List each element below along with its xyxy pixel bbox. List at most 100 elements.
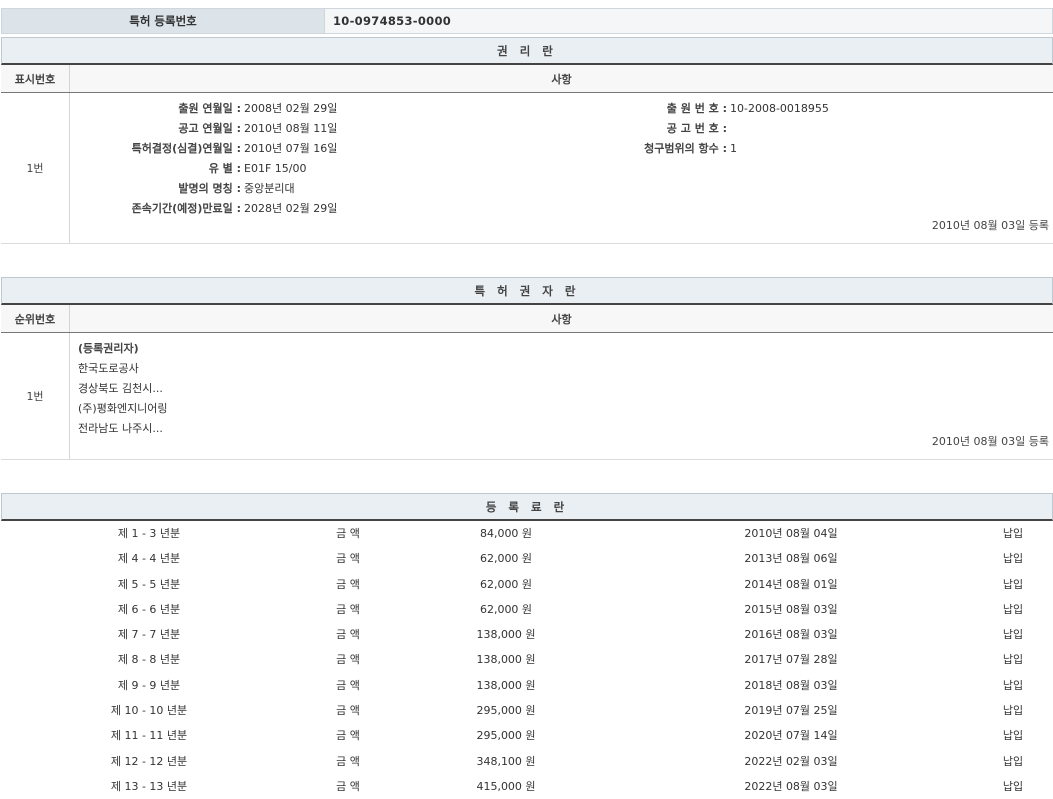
owner-name: 한국도로공사 [78,359,168,379]
field-label: 출원 연월일 : [69,99,241,119]
owner-heading: (등록권리자) [78,339,168,359]
fee-amount-label: 금 액 [336,647,360,672]
fee-amount-label: 금 액 [336,749,360,774]
fee-row: 제 4 - 4 년분 금 액 62,000 원 2013년 08월 06일 납입 [1,546,1053,571]
fee-row: 제 8 - 8 년분 금 액 138,000 원 2017년 07월 28일 납입 [1,647,1053,672]
field-label: 발명의 명칭 : [69,179,241,199]
field-label: 특허결정(심결)연월일 : [69,139,241,159]
field-label: 유 별 : [69,159,241,179]
rights-body: 1번 출원 연월일 : 공고 연월일 : 특허결정(심결)연월일 : 유 별 :… [1,93,1053,244]
rights-entry-number: 1번 [1,93,70,243]
fee-status: 납입 [1003,622,1023,647]
fee-row: 제 1 - 3 년분금 액84,000 원2010년 08월 04일납입 [1,521,1053,546]
fee-status: 납입 [1003,647,1023,672]
fee-amount-label: 금 액 [336,521,360,546]
fee-paid-date: 2016년 08월 03일 [744,622,837,647]
fee-period: 제 11 - 11 년분 [111,723,187,748]
owner-address: 경상북도 김천시... [78,379,168,399]
field-value [730,119,829,139]
field-value: 중앙분리대 [244,179,337,199]
fee-paid-date: 2013년 08월 06일 [744,546,837,571]
fee-status: 납입 [1003,698,1023,723]
fee-paid-date: 2017년 07월 28일 [744,647,837,672]
registration-row: 특허 등록번호 10-0974853-0000 [1,8,1053,34]
field-value: 2010년 08월 11일 [244,119,337,139]
fee-period: 제 4 - 4 년분 [118,546,180,571]
fee-amount: 62,000 원 [480,546,532,571]
fee-paid-date: 2018년 08월 03일 [744,673,837,698]
fee-row: 제 13 - 13 년분금 액415,000 원2022년 08월 03일납입 [1,774,1053,799]
owners-section-title: 특 허 권 자 란 [1,277,1053,305]
fees-table: 제 1 - 3 년분금 액84,000 원2010년 08월 04일납입제 4 … [1,521,1053,799]
rights-right-labels: 출 원 번 호 : 공 고 번 호 : 청구범위의 항수 : [541,99,727,159]
field-label: 존속기간(예정)만료일 : [69,199,241,219]
fee-row: 제 9 - 9 년분금 액138,000 원2018년 08월 03일납입 [1,673,1053,698]
fee-amount: 348,100 원 [476,749,535,774]
fee-amount-label: 금 액 [336,597,360,622]
fee-period: 제 8 - 8 년분 [118,647,180,672]
owners-col-rank: 순위번호 [1,305,70,332]
field-value: 2008년 02월 29일 [244,99,337,119]
fee-status: 납입 [1003,774,1023,799]
fee-period: 제 10 - 10 년분 [111,698,187,723]
fee-amount-label: 금 액 [336,622,360,647]
fee-paid-date: 2014년 08월 01일 [744,572,837,597]
fees-section-title: 등 록 료 란 [1,493,1053,521]
fee-amount: 415,000 원 [476,774,535,799]
field-value: E01F 15/00 [244,159,337,179]
fee-amount: 84,000 원 [480,521,532,546]
rights-section-title: 권 리 란 [1,37,1053,65]
fee-amount-label: 금 액 [336,774,360,799]
fee-status: 납입 [1003,673,1023,698]
fee-amount: 138,000 원 [476,622,535,647]
fee-amount: 138,000 원 [476,647,535,672]
rights-registered-date: 2010년 08월 03일 등록 [932,217,1049,233]
owner-name: (주)평화엔지니어링 [78,399,168,419]
field-value: 1 [730,139,829,159]
fee-status: 납입 [1003,572,1023,597]
field-label: 청구범위의 항수 : [541,139,727,159]
fee-row: 제 11 - 11 년분금 액295,000 원2020년 07월 14일납입 [1,723,1053,748]
field-value: 2028년 02월 29일 [244,199,337,219]
owners-registered-date: 2010년 08월 03일 등록 [932,433,1049,449]
fee-status: 납입 [1003,546,1023,571]
fee-paid-date: 2022년 02월 03일 [744,749,837,774]
rights-left-labels: 출원 연월일 : 공고 연월일 : 특허결정(심결)연월일 : 유 별 : 발명… [69,99,241,219]
fee-amount: 295,000 원 [476,723,535,748]
field-label: 공 고 번 호 : [541,119,727,139]
rights-col-number: 표시번호 [1,65,70,92]
fee-period: 제 12 - 12 년분 [111,749,187,774]
owner-list: (등록권리자) 한국도로공사 경상북도 김천시... (주)평화엔지니어링 전라… [78,339,168,439]
rights-left-values: 2008년 02월 29일 2010년 08월 11일 2010년 07월 16… [244,99,337,219]
owners-header-row: 순위번호 사항 [1,305,1053,333]
field-label: 공고 연월일 : [69,119,241,139]
fee-amount-label: 금 액 [336,673,360,698]
fee-status: 납입 [1003,723,1023,748]
fee-amount-label: 금 액 [336,698,360,723]
fee-row: 제 12 - 12 년분금 액348,100 원2022년 02월 03일납입 [1,749,1053,774]
rights-right-values: 10-2008-0018955 1 [730,99,829,159]
fee-amount-label: 금 액 [336,546,360,571]
fee-paid-date: 2022년 08월 03일 [744,774,837,799]
fee-amount: 295,000 원 [476,698,535,723]
owners-entry-number: 1번 [1,333,70,459]
fee-row: 제 10 - 10 년분 금 액 295,000 원 2019년 07월 25일 납입 [1,698,1053,723]
fee-paid-date: 2020년 07월 14일 [744,723,837,748]
owners-body: 1번 (등록권리자) 한국도로공사 경상북도 김천시... (주)평화엔지니어링… [1,333,1053,460]
owner-address: 전라남도 나주시... [78,419,168,439]
fee-period: 제 9 - 9 년분 [118,673,180,698]
fee-amount: 62,000 원 [480,572,532,597]
fee-paid-date: 2019년 07월 25일 [744,698,837,723]
fee-paid-date: 2015년 08월 03일 [744,597,837,622]
fee-amount: 62,000 원 [480,597,532,622]
fee-amount-label: 금 액 [336,572,360,597]
fee-row: 제 5 - 5 년분 금 액 62,000 원 2014년 08월 01일 납입 [1,572,1053,597]
registration-number: 10-0974853-0000 [325,9,1052,33]
fee-period: 제 5 - 5 년분 [118,572,180,597]
rights-col-details: 사항 [70,65,1053,92]
field-value: 10-2008-0018955 [730,99,829,119]
owners-col-details: 사항 [70,305,1053,332]
fee-row: 제 6 - 6 년분금 액62,000 원2015년 08월 03일납입 [1,597,1053,622]
registration-label: 특허 등록번호 [2,9,325,33]
fee-paid-date: 2010년 08월 04일 [744,521,837,546]
